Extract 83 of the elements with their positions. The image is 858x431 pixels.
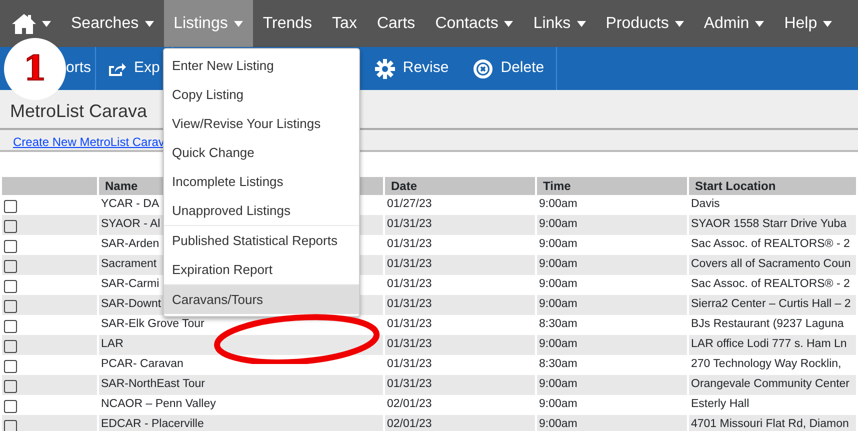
table-cell: SAR-Arden — [101, 238, 160, 250]
table-cell: 02/01/23 — [387, 398, 432, 410]
table-cell: 01/31/23 — [387, 218, 432, 230]
nav-menu-item[interactable]: Trends — [252, 0, 322, 47]
row-checkbox[interactable] — [4, 420, 17, 431]
table-cell: YCAR - DA — [101, 198, 160, 210]
menu-item[interactable]: Caravans/Tours — [164, 285, 359, 314]
delete-icon — [472, 58, 493, 78]
nav-menu-item[interactable]: Links — [523, 0, 596, 47]
column-header: Time — [537, 177, 687, 195]
table-cell: SAR-NorthEast Tour — [101, 378, 205, 390]
table-cell: Sacrament — [101, 258, 157, 270]
table-cell: 01/31/23 — [387, 358, 432, 370]
row-checkbox[interactable] — [4, 380, 17, 394]
table-cell: 9:00am — [539, 378, 578, 390]
gear-icon — [374, 58, 395, 78]
table-cell: 02/01/23 — [387, 418, 432, 430]
menu-item[interactable]: Expiration Report — [164, 255, 359, 284]
table-cell: 9:00am — [539, 298, 578, 310]
table-cell: Sac Assoc. of REALTORS® - 2 — [691, 278, 850, 290]
table-cell: 9:00am — [539, 278, 578, 290]
table-cell: 9:00am — [539, 258, 578, 270]
table-cell: 01/27/23 — [387, 198, 432, 210]
nav-menu-item[interactable]: Carts — [366, 0, 426, 47]
row-checkbox[interactable] — [4, 220, 17, 234]
table-cell: 01/31/23 — [387, 378, 432, 390]
table-cell: LAR — [101, 338, 124, 350]
home-icon[interactable] — [12, 14, 36, 34]
table-cell: 9:00am — [539, 198, 578, 210]
table-cell: Sac Assoc. of REALTORS® - 2 — [691, 238, 850, 250]
menu-item[interactable]: Quick Change — [164, 138, 359, 167]
table-cell: 01/31/23 — [387, 318, 432, 330]
row-checkbox[interactable] — [4, 280, 17, 294]
caret-icon — [42, 20, 51, 26]
nav-menu-item[interactable]: Products — [596, 0, 694, 47]
table-cell: 9:00am — [539, 398, 578, 410]
table-cell: 01/31/23 — [387, 278, 432, 290]
table-cell: Esterly Hall — [691, 398, 750, 410]
nav-menu-item[interactable]: Tax — [322, 0, 367, 47]
table-cell: Sierra2 Center – Curtis Hall – 2 — [691, 298, 851, 310]
table-cell: 9:00am — [539, 238, 578, 250]
nav-menu-item[interactable]: Help — [774, 0, 842, 47]
nav-menu-item[interactable]: Admin — [694, 0, 774, 47]
table-cell: SAR-Downt — [101, 298, 162, 310]
column-header: Start Location — [689, 177, 856, 195]
table-cell: Orangevale Community Center — [691, 378, 850, 390]
row-checkbox[interactable] — [4, 360, 17, 374]
table-cell: Covers all of Sacramento Coun — [691, 258, 851, 270]
table-cell: 01/31/23 — [387, 338, 432, 350]
table-cell: PCAR- Caravan — [101, 358, 184, 370]
menu-item[interactable]: Unapproved Listings — [164, 196, 359, 225]
table-cell: LAR office Lodi 777 s. Ham Ln — [691, 338, 847, 350]
table-cell: Davis — [691, 198, 720, 210]
nav-menu-item[interactable]: Contacts — [425, 0, 524, 47]
export-icon — [108, 60, 126, 76]
table-cell: 4701 Missouri Flat Rd, Diamon — [691, 418, 849, 430]
table-cell: 01/31/23 — [387, 298, 432, 310]
table-cell: SYAOR 1558 Starr Drive Yuba — [691, 218, 847, 230]
table-cell: BJs Restaurant (9237 Laguna — [691, 318, 844, 330]
row-checkbox[interactable] — [4, 320, 17, 334]
table-cell: 8:30am — [539, 358, 578, 370]
row-checkbox[interactable] — [4, 400, 17, 414]
table-cell: 01/31/23 — [387, 238, 432, 250]
table-cell: SYAOR - Al — [101, 218, 160, 230]
column-header: Date — [385, 177, 535, 195]
table-cell: 9:00am — [539, 338, 578, 350]
table-cell: 270 Technology Way Rocklin, — [691, 358, 842, 370]
row-checkbox[interactable] — [4, 300, 17, 314]
menu-item[interactable]: Published Statistical Reports — [164, 226, 359, 255]
table-cell: 01/31/23 — [387, 258, 432, 270]
table-cell: 8:30am — [539, 318, 578, 330]
table-cell: SAR-Elk Grove Tour — [101, 318, 204, 330]
row-checkbox[interactable] — [4, 240, 17, 254]
row-checkbox[interactable] — [4, 200, 17, 214]
table-cell: EDCAR - Placerville — [101, 418, 204, 430]
row-checkbox[interactable] — [4, 340, 17, 354]
toolbar-button[interactable]: Revise — [362, 47, 461, 90]
table-cell: NCAOR – Penn Valley — [101, 398, 216, 410]
row-checkbox[interactable] — [4, 260, 17, 274]
table-cell: 9:00am — [539, 218, 578, 230]
table-cell: SAR-Carmi — [101, 278, 160, 290]
table-cell: 9:00am — [539, 418, 578, 430]
create-link[interactable]: Create New MetroList Carav — [13, 135, 164, 149]
